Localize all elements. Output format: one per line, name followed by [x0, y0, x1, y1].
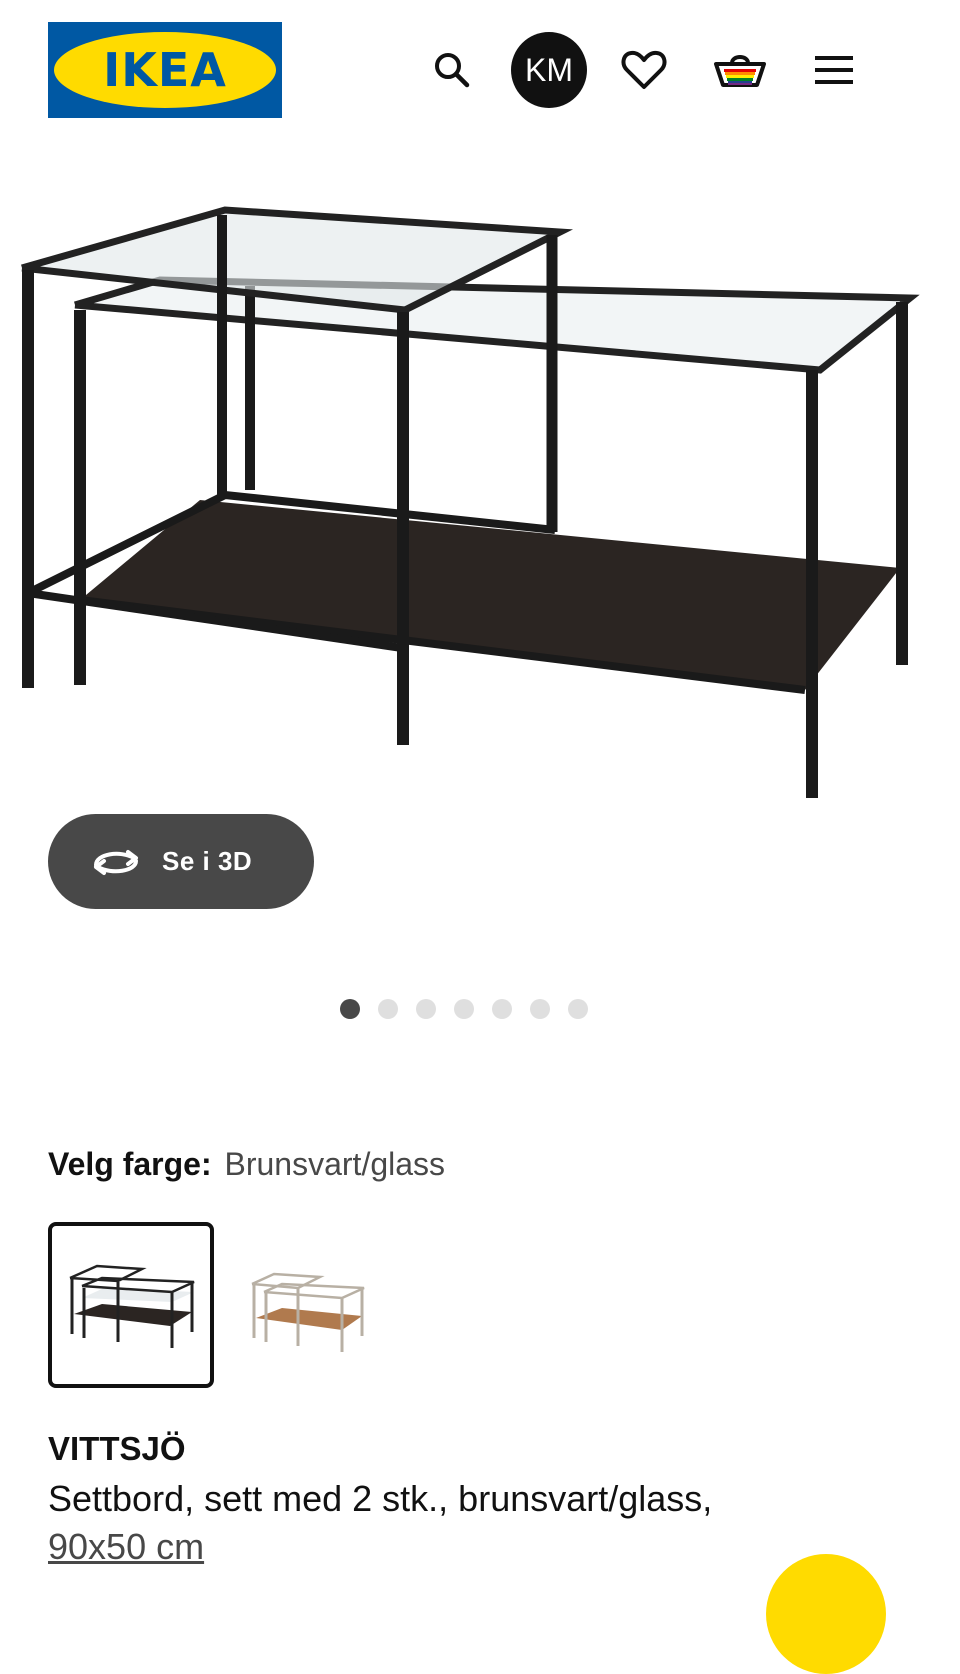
avatar-initials: KM: [525, 51, 573, 88]
carousel-dot[interactable]: [454, 999, 474, 1019]
menu-icon: [815, 56, 853, 84]
logo-oval: IKEA: [54, 32, 276, 108]
ikea-logo[interactable]: IKEA: [48, 22, 282, 118]
search-icon: [435, 53, 470, 88]
logo-text: IKEA: [103, 43, 227, 97]
color-value: Brunsvart/glass: [224, 1146, 446, 1182]
carousel-dot[interactable]: [340, 999, 360, 1019]
carousel-dot[interactable]: [378, 999, 398, 1019]
heart-icon: [621, 50, 667, 89]
product-name: VITTSJÖ: [48, 1430, 186, 1467]
product-image[interactable]: [0, 190, 960, 850]
color-selector-heading: Velg farge: Brunsvart/glass: [48, 1146, 445, 1183]
color-option-white-glass[interactable]: [224, 1222, 390, 1388]
carousel-dot[interactable]: [568, 999, 588, 1019]
basket-button[interactable]: [712, 44, 768, 96]
view-in-3d-button[interactable]: Se i 3D: [48, 814, 314, 909]
carousel-dot[interactable]: [416, 999, 436, 1019]
menu-button[interactable]: [808, 44, 860, 96]
basket-icon: [714, 55, 766, 87]
color-option-black-brown[interactable]: [48, 1222, 214, 1388]
carousel-dots: [0, 998, 960, 1020]
view-in-3d-label: Se i 3D: [162, 846, 253, 876]
favourites-button[interactable]: [618, 44, 670, 96]
account-avatar[interactable]: KM: [511, 32, 587, 108]
search-button[interactable]: [426, 44, 478, 96]
carousel-dot[interactable]: [530, 999, 550, 1019]
color-label: Velg farge:: [48, 1146, 212, 1182]
nesting-tables-illustration: [21, 206, 920, 798]
product-description: Settbord, sett med 2 stk., brunsvart/gla…: [48, 1478, 713, 1519]
carousel-dot[interactable]: [492, 999, 512, 1019]
rotate-3d-icon: [94, 849, 138, 875]
product-size-link[interactable]: 90x50 cm: [48, 1526, 204, 1568]
floating-action-button[interactable]: [766, 1554, 886, 1674]
swatch-thumbnail: [69, 1264, 195, 1348]
header: IKEA KM: [0, 0, 960, 140]
swatch-thumbnail: [251, 1272, 365, 1352]
